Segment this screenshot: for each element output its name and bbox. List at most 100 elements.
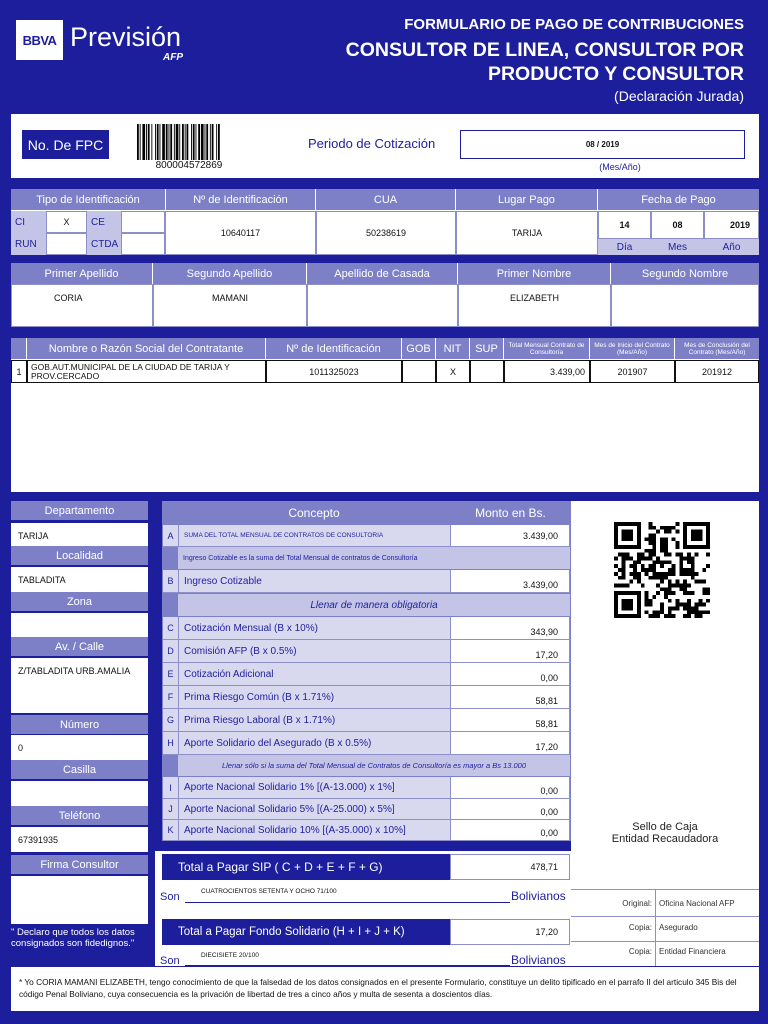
concept-j-desc: Aporte Nacional Solidario 5% [(A-25.000)… xyxy=(178,799,450,820)
form-title-line-1: FORMULARIO DE PAGO DE CONTRIBUCIONES xyxy=(404,16,744,33)
prevision-logo-text: Previsión xyxy=(70,22,182,52)
contract-id: 1011325023 xyxy=(266,360,402,383)
zona-label: Zona xyxy=(11,592,148,611)
header-razon-social: Nombre o Razón Social del Contratante xyxy=(27,338,265,359)
header-contract-id: Nº de Identificación xyxy=(266,338,401,359)
numero-label: Número xyxy=(11,715,148,734)
contract-name: GOB.AUT.MUNICIPAL DE LA CIUDAD DE TARIJA… xyxy=(27,360,266,383)
fecha-anio-value: 2019 xyxy=(704,211,759,239)
localidad-label: Localidad xyxy=(11,546,148,565)
primer-nombre-value: ELIZABETH xyxy=(458,284,611,327)
concept-c-letter: C xyxy=(163,617,178,640)
contract-sup xyxy=(470,360,504,383)
concept-d-value: 17,20 xyxy=(450,640,570,663)
contract-end: 201912 xyxy=(675,360,759,383)
ci-label: CI xyxy=(11,211,46,233)
total-fondo-label: Total a Pagar Fondo Solidario (H + I + J… xyxy=(162,919,450,945)
ce-checkbox xyxy=(121,211,165,233)
declaration-text: " Declaro que todos los datos consignado… xyxy=(11,927,135,949)
segundo-nombre-value xyxy=(611,284,759,327)
contract-total: 3.439,00 xyxy=(504,360,590,383)
casilla-value xyxy=(11,781,148,806)
apellido-casada-value xyxy=(307,284,458,327)
concept-note-solidario: Llenar sólo si la suma del Total Mensual… xyxy=(178,755,570,776)
header-segundo-nombre: Segundo Nombre xyxy=(611,263,759,284)
copies-row-line-1 xyxy=(571,916,759,917)
concept-j-value: 0,00 xyxy=(450,799,570,820)
concept-i-letter: I xyxy=(163,777,178,799)
header-mes-conclusion: Mes de Conclusión del Contrato (Mes/Año) xyxy=(675,338,759,359)
concept-e-value: 0,00 xyxy=(450,663,570,686)
header-cua: CUA xyxy=(316,189,455,210)
copy-original-value: Oficina Nacional AFP xyxy=(659,899,735,908)
fpc-number: 800004572869 xyxy=(155,160,223,171)
bbva-logo: BBVA xyxy=(16,20,63,60)
header-primer-apellido: Primer Apellido xyxy=(11,263,152,284)
casilla-label: Casilla xyxy=(11,760,148,779)
total-sip-words: CUATROCIENTOS SETENTA Y OCHO 71/100 xyxy=(185,887,510,903)
concept-b-value: 3.439,00 xyxy=(450,570,570,593)
concept-j-letter: J xyxy=(163,799,178,820)
concept-k-desc: Aporte Nacional Solidario 10% [(A-35.000… xyxy=(178,820,450,841)
fecha-anio-label: Año xyxy=(704,239,759,255)
concept-g-letter: G xyxy=(163,709,178,732)
concept-d-desc: Comisión AFP (B x 0.5%) xyxy=(178,640,450,663)
concept-a-value: 3.439,00 xyxy=(450,525,570,547)
contract-row-number: 1 xyxy=(11,360,27,383)
total-sip-value: 478,71 xyxy=(450,854,570,880)
calle-label: Av. / Calle xyxy=(11,637,148,656)
ci-checkbox: X xyxy=(46,211,87,233)
concept-h-letter: H xyxy=(163,732,178,755)
header-mes-inicio: Mes de Inicio del Contrato (Mes/Año) xyxy=(590,338,674,359)
copy-financiera-value: Entidad Financiera xyxy=(659,947,726,956)
concept-f-letter: F xyxy=(163,686,178,709)
segundo-apellido-value: MAMANI xyxy=(153,284,307,327)
ctda-label: CTDA xyxy=(87,233,121,255)
header-primer-nombre: Primer Nombre xyxy=(458,263,610,284)
copy-original-label: Original: xyxy=(622,899,652,908)
total-fondo-value: 17,20 xyxy=(450,919,570,945)
copy-asegurado-label: Copia: xyxy=(628,923,652,932)
numero-value: 0 xyxy=(11,735,148,760)
concept-b-letter: B xyxy=(163,570,178,593)
firma-field xyxy=(11,876,148,924)
header-numero-identificacion: Nº de Identificación xyxy=(166,189,315,210)
lugar-pago-value: TARIJA xyxy=(456,211,598,255)
form-subtitle: (Declaración Jurada) xyxy=(614,88,744,104)
copy-asegurado-value: Asegurado xyxy=(659,923,698,932)
header-tipo-identificacion: Tipo de Identificación xyxy=(11,189,165,210)
period-label: Periodo de Cotización xyxy=(308,136,436,151)
copies-divider xyxy=(655,889,656,966)
son-label-fondo: Son xyxy=(160,955,180,967)
concept-k-letter: K xyxy=(163,820,178,841)
primer-apellido-value: CORIA xyxy=(11,284,153,327)
concept-g-value: 58,81 xyxy=(450,709,570,732)
cua-value: 50238619 xyxy=(316,211,456,255)
concept-note-ingreso: Ingreso Cotizable es la suma del Total M… xyxy=(178,547,570,569)
firma-label: Firma Consultor xyxy=(11,855,148,874)
copy-financiera-label: Copia: xyxy=(628,947,652,956)
bolivianos-label-sip: Bolivianos xyxy=(511,889,566,903)
fecha-dia-label: Día xyxy=(598,239,651,255)
run-checkbox xyxy=(46,233,87,255)
fecha-dia-value: 14 xyxy=(598,211,651,239)
header-apellido-casada: Apellido de Casada xyxy=(307,263,457,284)
concept-h-desc: Aporte Solidario del Asegurado (B x 0.5%… xyxy=(178,732,450,755)
header-lugar-pago: Lugar Pago xyxy=(456,189,597,210)
telefono-label: Teléfono xyxy=(11,806,148,825)
concept-f-desc: Prima Riesgo Común (B x 1.71%) xyxy=(178,686,450,709)
concept-c-desc: Cotización Mensual (B x 10%) xyxy=(178,617,450,640)
concept-e-letter: E xyxy=(163,663,178,686)
bolivianos-label-fondo: Bolivianos xyxy=(511,953,566,967)
calle-value: Z/TABLADITA URB.AMALIA xyxy=(11,658,148,713)
identification-number: 10640117 xyxy=(165,211,316,255)
header-fecha-pago: Fecha de Pago xyxy=(598,189,759,210)
concept-c-value: 343,90 xyxy=(450,617,570,640)
header-gob: GOB xyxy=(402,338,435,359)
period-hint: (Mes/Año) xyxy=(599,162,641,172)
concept-a-letter: A xyxy=(163,525,178,547)
concept-e-desc: Cotización Adicional xyxy=(178,663,450,686)
run-label: RUN xyxy=(11,233,46,255)
concept-h-value: 17,20 xyxy=(450,732,570,755)
fpc-label: No. De FPC xyxy=(22,130,109,159)
